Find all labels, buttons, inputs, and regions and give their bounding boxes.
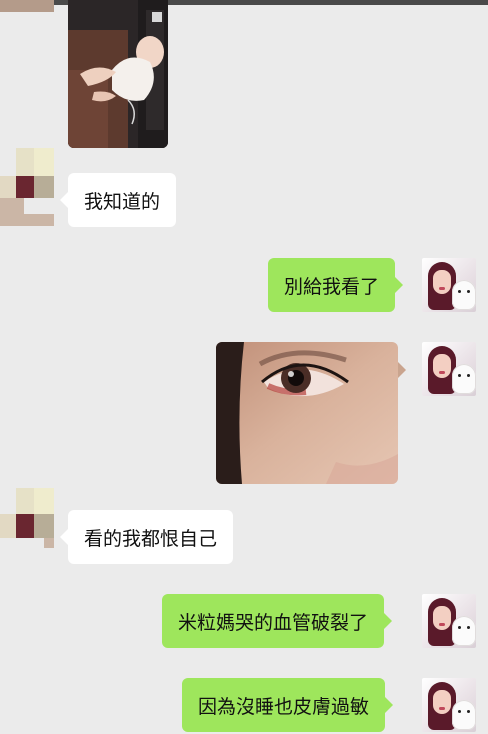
message-bubble-outgoing[interactable]: 別給我看了 [268,258,404,312]
message-bubble-incoming[interactable]: 我知道的 [59,173,177,227]
eye-photo [216,342,398,484]
image-message-eye[interactable] [216,342,406,484]
message-text: 米粒媽哭的血管破裂了 [178,611,369,634]
message-bubble-outgoing[interactable]: 米粒媽哭的血管破裂了 [162,594,393,648]
self-avatar[interactable] [422,678,476,732]
message-text: 看的我都恨自己 [84,527,218,550]
contact-avatar[interactable] [0,148,54,226]
self-avatar[interactable] [422,594,476,648]
message-text: 我知道的 [84,190,161,213]
message-bubble-incoming[interactable]: 看的我都恨自己 [59,510,234,564]
message-text: 因為沒睡也皮膚過敏 [198,695,370,718]
contact-avatar[interactable] [0,488,54,566]
image-message-baby[interactable] [68,0,168,148]
message-bubble-outgoing[interactable]: 因為沒睡也皮膚過敏 [182,678,394,732]
baby-photo [68,0,168,148]
contact-avatar[interactable] [0,0,54,12]
self-avatar[interactable] [422,258,476,312]
self-avatar[interactable] [422,342,476,396]
message-text: 別給我看了 [284,275,380,298]
